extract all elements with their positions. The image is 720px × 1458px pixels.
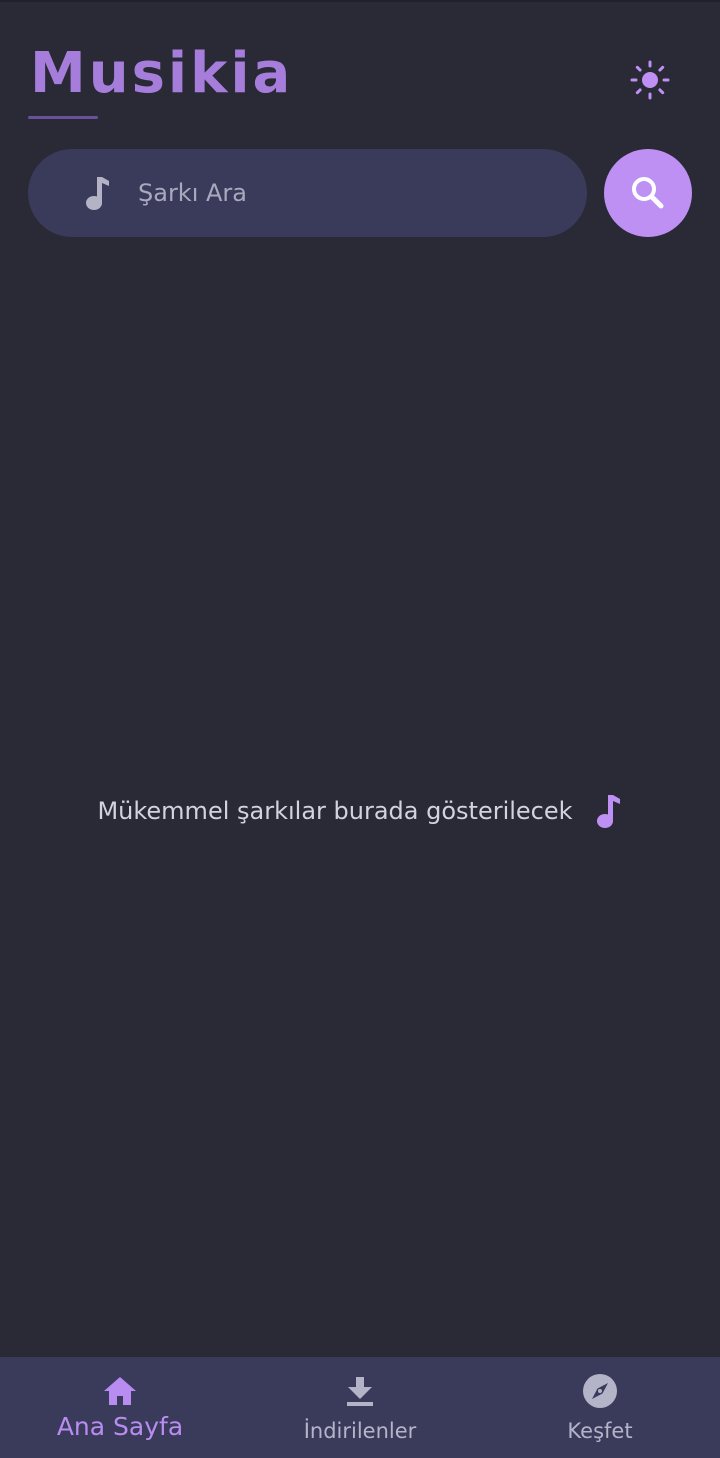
search-button[interactable] (604, 149, 692, 237)
theme-toggle-button[interactable] (622, 52, 678, 108)
search-bar[interactable] (28, 149, 587, 237)
app-title: Musikia (30, 41, 294, 106)
nav-label-explore: Keşfet (567, 1419, 633, 1443)
sun-icon (630, 60, 670, 100)
search-icon (632, 177, 664, 209)
music-note-icon (86, 177, 109, 210)
empty-state-message: Mükemmel şarkılar burada gösterilecek (97, 797, 573, 825)
nav-label-home: Ana Sayfa (56, 1412, 184, 1441)
compass-icon (583, 1374, 617, 1408)
nav-label-downloads: İndirilenler (303, 1419, 417, 1443)
status-divider (0, 0, 720, 2)
home-icon (104, 1377, 136, 1405)
nav-item-home[interactable]: Ana Sayfa (0, 1357, 240, 1458)
music-note-icon (596, 795, 620, 828)
search-input[interactable] (138, 171, 558, 215)
download-icon (347, 1377, 373, 1406)
app-screen: Musikia Şarkı Ara Mükemmel şarkılar bura… (0, 0, 720, 1458)
bottom-navigation: Ana Sayfa İndirilenler Keşfet (0, 1357, 720, 1458)
nav-item-explore[interactable]: Keşfet (480, 1357, 720, 1458)
title-underline (28, 116, 98, 119)
empty-state: Mükemmel şarkılar burada gösterilecek (0, 786, 720, 836)
nav-item-downloads[interactable]: İndirilenler (240, 1357, 480, 1458)
